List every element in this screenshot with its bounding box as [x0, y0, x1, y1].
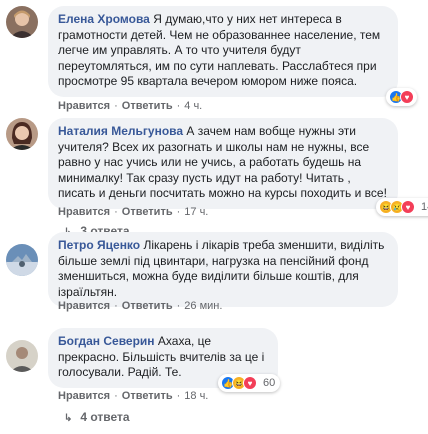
avatar[interactable] [6, 118, 38, 150]
like-link[interactable]: Нравится [58, 100, 110, 112]
comment-actions: Нравится · Ответить · 26 мин. [58, 300, 223, 312]
avatar[interactable] [6, 340, 38, 372]
comment-actions: Нравится · Ответить · 4 ч. [58, 100, 203, 112]
comment-author[interactable]: Богдан Северин [58, 334, 155, 348]
reaction-count: 60 [263, 377, 276, 389]
avatar[interactable] [6, 244, 38, 276]
comment-time[interactable]: 17 ч. [184, 206, 208, 218]
reaction-summary[interactable]: 👍 😆 ♥ 60 [218, 374, 281, 392]
like-link[interactable]: Нравится [58, 390, 110, 402]
comment-author[interactable]: Петро Яценко [58, 238, 140, 252]
reaction-summary[interactable]: 😆 😢 ♥ 14 [376, 198, 428, 216]
love-reaction-icon: ♥ [243, 376, 257, 390]
reply-link[interactable]: Ответить [122, 390, 173, 402]
view-replies-link[interactable]: ↳ 4 ответа [64, 410, 130, 424]
love-reaction-icon: ♥ [400, 90, 414, 104]
comment-time[interactable]: 18 ч. [184, 390, 208, 402]
reply-link[interactable]: Ответить [122, 206, 173, 218]
reaction-count: 14 [421, 201, 428, 213]
comment-author[interactable]: Наталия Мельгунова [58, 124, 183, 138]
comment-author[interactable]: Елена Хромова [58, 12, 150, 26]
replies-count: 4 ответа [80, 410, 130, 424]
like-link[interactable]: Нравится [58, 300, 110, 312]
reply-link[interactable]: Ответить [122, 100, 173, 112]
reply-link[interactable]: Ответить [122, 300, 173, 312]
comment-actions: Нравится · Ответить · 18 ч. [58, 390, 209, 402]
comment-bubble: Елена Хромова Я думаю,что у них нет инте… [48, 6, 398, 97]
comment-actions: Нравится · Ответить · 17 ч. [58, 206, 209, 218]
like-link[interactable]: Нравится [58, 206, 110, 218]
comment-bubble: Петро Яценко Лікарень і лікарів треба зм… [48, 232, 398, 307]
comment-time[interactable]: 4 ч. [184, 100, 202, 112]
avatar[interactable] [6, 6, 38, 38]
reply-arrow-icon: ↳ [64, 413, 73, 424]
comment-time[interactable]: 26 мин. [184, 300, 222, 312]
reaction-summary[interactable]: 👍 ♥ [386, 88, 417, 106]
comment-bubble: Наталия Мельгунова А зачем нам вобще нуж… [48, 118, 398, 209]
love-reaction-icon: ♥ [401, 200, 415, 214]
